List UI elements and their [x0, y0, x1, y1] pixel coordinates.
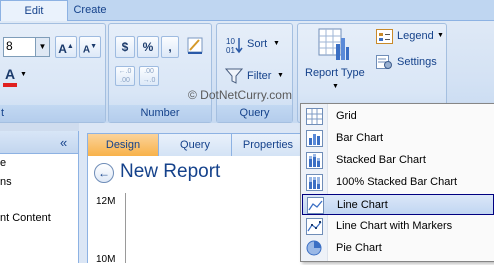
menu-item-label: Pie Chart: [336, 242, 382, 254]
query-group-label: Query: [217, 105, 292, 122]
settings-icon: [376, 55, 392, 69]
watermark: © DotNetCurry.com: [188, 88, 292, 102]
stacked-100-bar-chart-icon: [306, 174, 323, 191]
left-pane-item[interactable]: nt Content: [0, 212, 51, 224]
y-tick-label: 10M: [96, 254, 116, 265]
font-color-letter: A: [5, 66, 16, 82]
font-size-select[interactable]: 8 ▼: [3, 37, 50, 57]
grow-font-button[interactable]: A▲: [55, 36, 77, 58]
shrink-font-button[interactable]: A▼: [79, 36, 101, 58]
tab-edit[interactable]: Edit: [0, 0, 68, 21]
stacked-bar-chart-icon: [306, 152, 323, 169]
increase-decimal-button[interactable]: ←.0 .00: [115, 66, 135, 86]
comma-button[interactable]: ,: [161, 36, 179, 58]
menu-item-bar-chart[interactable]: Bar Chart: [302, 128, 492, 149]
filter-button[interactable]: Filter ▼: [225, 66, 287, 86]
menu-item-100-stacked-bar-chart[interactable]: 100% Stacked Bar Chart: [302, 172, 492, 193]
menu-item-line-chart[interactable]: Line Chart: [302, 194, 494, 215]
report-type-menu: Grid Bar Chart Stacked Bar Chart 100% St…: [300, 103, 494, 262]
number-group-label: Number: [109, 105, 211, 122]
pie-chart-icon: [306, 240, 322, 256]
legend-label: Legend: [397, 30, 434, 42]
menu-item-label: 100% Stacked Bar Chart: [336, 176, 458, 188]
settings-button[interactable]: Settings: [376, 54, 444, 72]
collapse-pane-icon[interactable]: «: [60, 135, 67, 150]
legend-button[interactable]: Legend ▼: [376, 28, 444, 46]
report-type-icon: [318, 28, 349, 60]
tab-properties[interactable]: Properties: [231, 133, 305, 157]
menu-item-label: Line Chart with Markers: [336, 220, 453, 232]
back-button[interactable]: ←: [94, 163, 114, 183]
decrease-decimal-button[interactable]: .00 →.0: [139, 66, 159, 86]
line-markers-chart-icon: [306, 218, 323, 235]
menu-item-stacked-bar-chart[interactable]: Stacked Bar Chart: [302, 150, 492, 171]
y-tick-label: 12M: [96, 196, 116, 207]
menu-item-label: Stacked Bar Chart: [336, 154, 426, 166]
grid-icon: [306, 108, 323, 125]
format-painter-icon[interactable]: [185, 35, 205, 57]
font-color-swatch: [3, 83, 17, 87]
menu-item-label: Bar Chart: [336, 132, 384, 144]
legend-icon: [376, 29, 393, 44]
filter-icon: [225, 68, 243, 84]
tab-design[interactable]: Design: [87, 133, 159, 157]
sort-icon: 1001: [226, 37, 243, 54]
chevron-down-icon: ▼: [20, 71, 27, 78]
currency-button[interactable]: $: [115, 36, 135, 58]
sort-label: Sort: [247, 38, 268, 50]
filter-label: Filter: [247, 70, 272, 82]
menu-item-grid[interactable]: Grid: [302, 106, 492, 127]
settings-label: Settings: [397, 56, 437, 68]
svg-text:10: 10: [226, 37, 235, 46]
tab-query[interactable]: Query: [158, 133, 232, 157]
tab-create[interactable]: Create: [72, 0, 108, 20]
sort-button[interactable]: 10 01 Sort ▼: [225, 35, 285, 55]
svg-text:01: 01: [226, 46, 235, 54]
bar-chart-icon: [306, 130, 323, 147]
menu-item-label: Line Chart: [337, 199, 388, 211]
left-pane-item[interactable]: e: [0, 157, 6, 169]
left-pane-item[interactable]: ns: [0, 176, 12, 188]
chevron-down-icon: ▼: [332, 83, 339, 90]
report-type-label: Report Type: [305, 67, 365, 79]
percent-button[interactable]: %: [137, 36, 159, 58]
font-color-button[interactable]: A ▼: [3, 66, 27, 88]
menu-item-label: Grid: [336, 110, 357, 122]
chevron-down-icon: ▼: [273, 40, 280, 47]
chevron-down-icon: ▼: [277, 72, 284, 79]
line-chart-icon: [307, 197, 324, 214]
chevron-down-icon: ▼: [437, 32, 444, 39]
menu-item-line-chart-markers[interactable]: Line Chart with Markers: [302, 216, 492, 237]
report-type-button[interactable]: Report Type ▼: [302, 26, 370, 98]
menu-item-pie-chart[interactable]: Pie Chart: [302, 238, 492, 259]
report-title: New Report: [120, 161, 221, 182]
chevron-down-icon[interactable]: ▼: [35, 38, 49, 56]
font-group-label: t: [0, 105, 105, 122]
font-size-value: 8: [6, 39, 13, 53]
